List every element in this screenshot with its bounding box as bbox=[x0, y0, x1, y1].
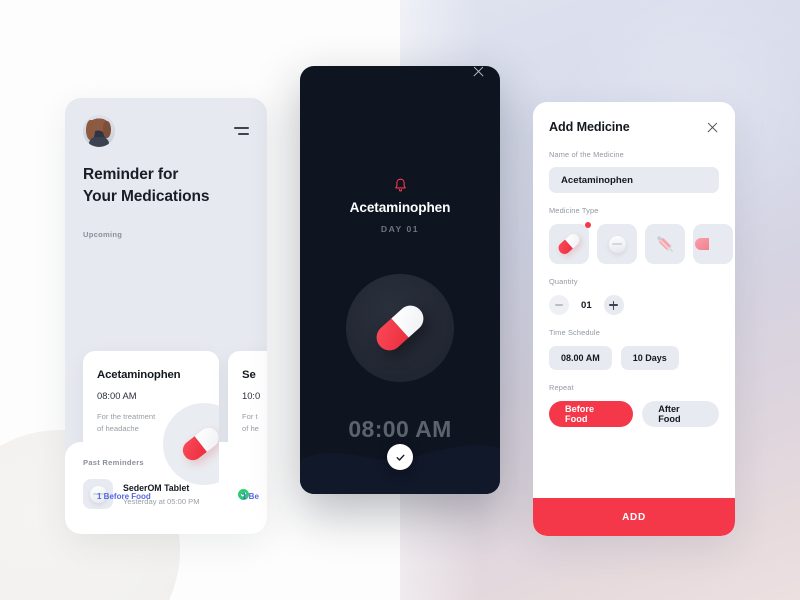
medicine-card-description: For the treatment of headache bbox=[97, 411, 205, 436]
app-screenshot: Reminder for Your Medications Upcoming A… bbox=[0, 0, 800, 600]
medicine-type-capsule[interactable] bbox=[549, 222, 591, 264]
upcoming-label: Upcoming bbox=[83, 230, 123, 239]
reminders-topbar bbox=[83, 114, 249, 148]
alert-day-label: DAY 01 bbox=[380, 224, 420, 234]
medicine-card-name: Se bbox=[242, 369, 256, 381]
repeat-options: Before Food After Food bbox=[549, 401, 719, 427]
repeat-before-food-button[interactable]: Before Food bbox=[549, 401, 634, 427]
repeat-label: Repeat bbox=[549, 383, 574, 392]
page-title: Reminder for Your Medications bbox=[83, 164, 249, 208]
close-icon[interactable] bbox=[472, 66, 485, 78]
medicine-card-desc-line-1: For t bbox=[242, 412, 258, 421]
medicine-type-extra[interactable] bbox=[693, 224, 733, 264]
medicine-card-link[interactable]: 1 Be bbox=[242, 492, 259, 501]
close-icon[interactable] bbox=[706, 121, 719, 134]
page-title-line-1: Reminder for bbox=[83, 166, 179, 183]
tablet-icon bbox=[608, 235, 626, 253]
alert-medicine-name: Acetaminophen bbox=[349, 200, 451, 215]
page-title-line-2: Your Medications bbox=[83, 188, 210, 205]
name-field-label: Name of the Medicine bbox=[549, 150, 624, 159]
medicine-card-name: Acetaminophen bbox=[97, 369, 181, 381]
selected-dot-badge bbox=[585, 222, 591, 228]
avatar[interactable] bbox=[83, 115, 115, 147]
time-schedule-group: Time Schedule 08.00 AM 10 Days bbox=[549, 328, 719, 370]
time-schedule-label: Time Schedule bbox=[549, 328, 600, 337]
medicine-card-desc-line-2: of he bbox=[242, 424, 259, 434]
capsule-illustration bbox=[346, 274, 454, 382]
medicine-card-link[interactable]: 1 Before Food bbox=[97, 492, 151, 501]
repeat-group: Repeat Before Food After Food bbox=[549, 383, 719, 427]
add-button[interactable]: ADD bbox=[533, 498, 735, 536]
medicine-name-input[interactable] bbox=[549, 167, 719, 193]
add-medicine-body: Add Medicine Name of the Medicine Medici… bbox=[533, 102, 735, 427]
add-medicine-header: Add Medicine bbox=[549, 120, 719, 134]
avatar-body bbox=[89, 137, 109, 147]
confirm-dose-button[interactable] bbox=[387, 444, 413, 470]
reminders-header: Reminder for Your Medications Upcoming bbox=[65, 98, 267, 239]
syringe-icon bbox=[657, 236, 674, 253]
medicine-type-label: Medicine Type bbox=[549, 206, 599, 215]
capsule-icon bbox=[695, 238, 709, 250]
quantity-value: 01 bbox=[581, 299, 592, 311]
minus-bar bbox=[555, 304, 563, 306]
minus-icon[interactable] bbox=[549, 295, 569, 315]
avatar-hair-right bbox=[103, 121, 111, 138]
time-schedule-chips: 08.00 AM 10 Days bbox=[549, 346, 719, 370]
hamburger-line-2 bbox=[238, 133, 249, 135]
medicine-card-desc-line-2: of headache bbox=[97, 424, 139, 434]
schedule-duration-chip[interactable]: 10 Days bbox=[620, 346, 679, 370]
schedule-time-chip[interactable]: 08.00 AM bbox=[549, 346, 612, 370]
medicine-type-tablet[interactable] bbox=[597, 224, 637, 264]
check-icon bbox=[396, 454, 404, 461]
medicine-type-options bbox=[549, 222, 733, 264]
plus-icon[interactable] bbox=[603, 295, 624, 315]
panel-title: Add Medicine bbox=[549, 120, 630, 134]
name-field-group: Name of the Medicine bbox=[549, 150, 719, 193]
reminders-panel: Reminder for Your Medications Upcoming A… bbox=[65, 98, 267, 534]
medicine-card-description: For t of he bbox=[242, 411, 267, 436]
hamburger-line-1 bbox=[234, 127, 249, 129]
bell-icon bbox=[300, 178, 500, 193]
medicine-type-syringe[interactable] bbox=[645, 224, 685, 264]
capsule-icon bbox=[371, 300, 429, 356]
quantity-stepper: 01 bbox=[549, 295, 719, 315]
medicine-card-time: 10:0 bbox=[242, 390, 261, 401]
capsule-icon bbox=[556, 231, 582, 257]
repeat-after-food-button[interactable]: After Food bbox=[642, 401, 719, 427]
quantity-label: Quantity bbox=[549, 277, 578, 286]
reminder-alert-panel: Acetaminophen DAY 01 08:00 AM Take 1 bef… bbox=[300, 66, 500, 494]
add-medicine-panel: Add Medicine Name of the Medicine Medici… bbox=[533, 102, 735, 536]
medicine-card-desc-line-1: For the treatment bbox=[97, 412, 156, 421]
medicine-card-time: 08:00 AM bbox=[97, 390, 137, 401]
plus-glyph bbox=[609, 300, 619, 310]
hamburger-menu-icon[interactable] bbox=[233, 127, 249, 135]
quantity-group: Quantity 01 bbox=[549, 277, 719, 315]
medicine-type-group: Medicine Type bbox=[549, 206, 733, 264]
